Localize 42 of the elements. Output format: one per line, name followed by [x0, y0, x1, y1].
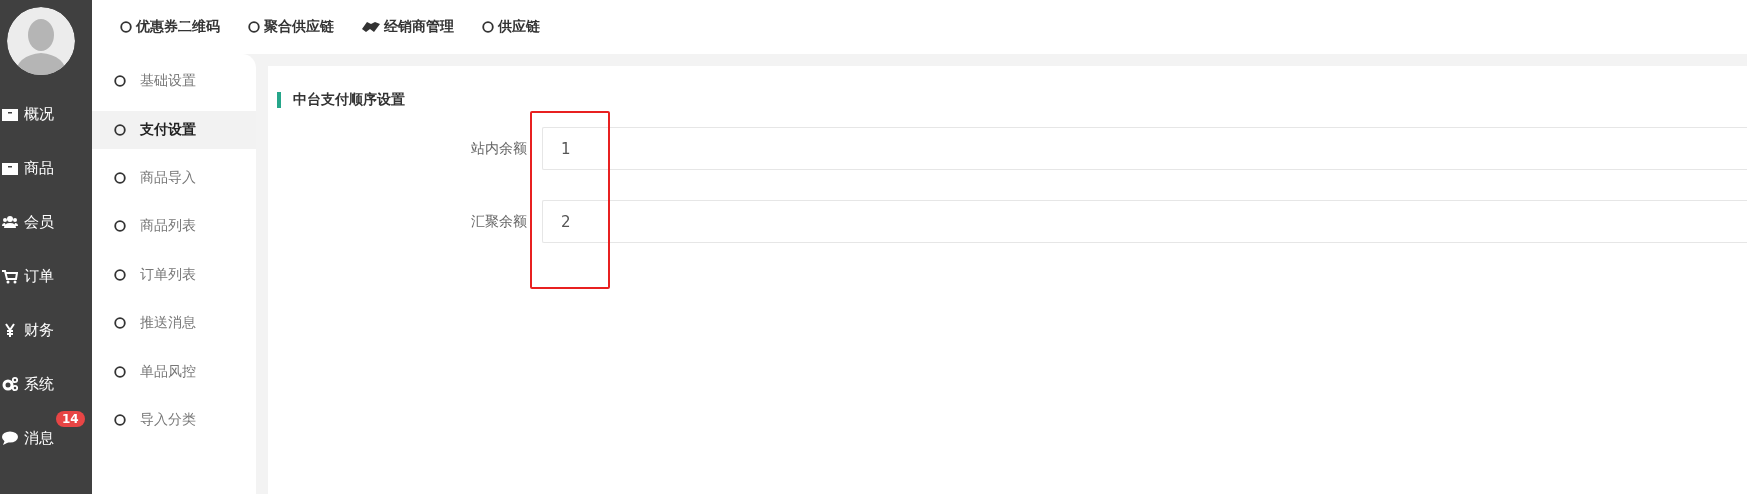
top-menu-item[interactable]: 优惠券二维码 [120, 18, 220, 36]
nav-item[interactable]: 财务 [0, 303, 54, 357]
submenu-item[interactable]: 商品导入 [92, 153, 256, 202]
circle-icon [114, 414, 126, 427]
top-menu-item[interactable]: 供应链 [482, 18, 540, 36]
submenu-item[interactable]: 商品列表 [92, 202, 256, 251]
circle-icon [114, 365, 126, 378]
yen-icon [2, 322, 18, 338]
submenu-item[interactable]: 基础设置 [92, 57, 256, 106]
circle-icon [114, 123, 126, 136]
circle-icon [114, 317, 126, 330]
circle-icon [482, 21, 494, 33]
nav-item[interactable]: 商品 [0, 141, 54, 195]
field-label: 汇聚余额 [470, 212, 527, 231]
submenu-item[interactable]: 导入分类 [92, 396, 256, 445]
circle-icon [114, 75, 126, 88]
input-field[interactable]: 2 [542, 200, 1747, 243]
count-badge: 14 [56, 411, 85, 427]
accent-bar [277, 92, 281, 108]
submenu-item[interactable]: 推送消息 [92, 299, 256, 348]
nav-item[interactable]: 系统 [0, 357, 54, 411]
chat-icon [2, 430, 18, 446]
submenu-item[interactable]: 单品风控 [92, 347, 256, 396]
section-title: 中台支付顺序设置 [293, 91, 405, 109]
nav-item[interactable]: 概况 [0, 87, 54, 141]
cart-icon [2, 268, 18, 284]
circle-icon [114, 268, 126, 281]
top-menu-item[interactable]: 经销商管理 [362, 18, 454, 36]
avatar[interactable] [7, 7, 75, 75]
nav-item[interactable]: 订单 [0, 249, 54, 303]
circle-icon [114, 220, 126, 233]
field-label: 站内余额 [470, 139, 527, 158]
circle-icon [114, 171, 126, 184]
gears-icon [2, 376, 18, 392]
nav-item[interactable]: 会员 [0, 195, 54, 249]
users-icon [2, 214, 18, 230]
submenu-item[interactable]: 订单列表 [92, 250, 256, 299]
input-field[interactable]: 1 [542, 127, 1747, 170]
circle-icon [120, 21, 132, 33]
submenu-item[interactable]: 支付设置 [92, 110, 256, 149]
top-menu-item[interactable]: 聚合供应链 [248, 18, 334, 36]
circle-icon [248, 21, 260, 33]
